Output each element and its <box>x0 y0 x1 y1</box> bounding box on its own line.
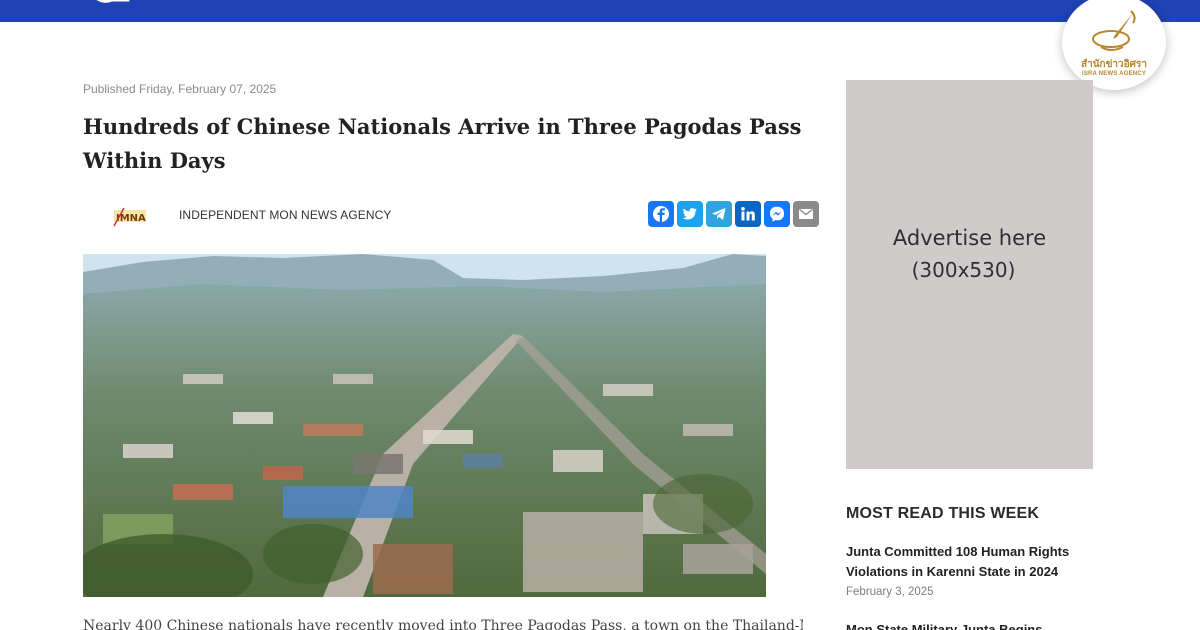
most-read-link[interactable]: Mon State Military Junta Begins <box>846 620 1096 630</box>
twitter-share-button[interactable] <box>677 201 703 227</box>
most-read-heading: MOST READ THIS WEEK <box>846 505 1040 522</box>
telegram-icon <box>712 208 726 220</box>
isra-news-agency-badge: สำนักข่าวอิศรา ISRA NEWS AGENCY <box>1062 0 1166 90</box>
linkedin-share-button[interactable] <box>735 201 761 227</box>
messenger-share-button[interactable] <box>764 201 790 227</box>
telegram-share-button[interactable] <box>706 201 732 227</box>
aerial-town-photo <box>83 254 766 597</box>
article-body-first-line: Nearly 400 Chinese nationals have recent… <box>83 618 803 630</box>
twitter-icon <box>682 208 697 220</box>
share-buttons <box>648 201 819 227</box>
author-name[interactable]: INDEPENDENT MON NEWS AGENCY <box>179 208 392 222</box>
site-header-bar <box>0 0 1200 22</box>
site-logo[interactable] <box>92 0 152 6</box>
ad-line-1: Advertise here <box>892 225 1047 250</box>
most-read-item: Mon State Military Junta Begins <box>846 620 1096 630</box>
published-date: Published Friday, February 07, 2025 <box>83 82 277 96</box>
article-hero-image[interactable] <box>83 254 766 597</box>
facebook-icon <box>653 206 669 222</box>
ad-line-2: (300x530) <box>911 257 1016 282</box>
email-share-button[interactable] <box>793 201 819 227</box>
quill-pen-icon <box>1092 10 1136 51</box>
facebook-share-button[interactable] <box>648 201 674 227</box>
article-title: Hundreds of Chinese Nationals Arrive in … <box>83 114 802 173</box>
most-read-item: Junta Committed 108 Human Rights Violati… <box>846 542 1096 598</box>
linkedin-icon <box>741 207 755 221</box>
badge-name: สำนักข่าวอิศรา <box>1080 59 1147 70</box>
most-read-link[interactable]: Junta Committed 108 Human Rights Violati… <box>846 542 1096 582</box>
messenger-icon <box>770 206 784 222</box>
badge-subtitle: ISRA NEWS AGENCY <box>1081 71 1147 77</box>
most-read-date: February 3, 2025 <box>846 586 934 598</box>
imna-logo-icon[interactable]: IMNA <box>112 204 148 228</box>
email-icon <box>799 208 813 219</box>
advertisement-placeholder[interactable]: Advertise here (300x530) <box>846 80 1093 469</box>
